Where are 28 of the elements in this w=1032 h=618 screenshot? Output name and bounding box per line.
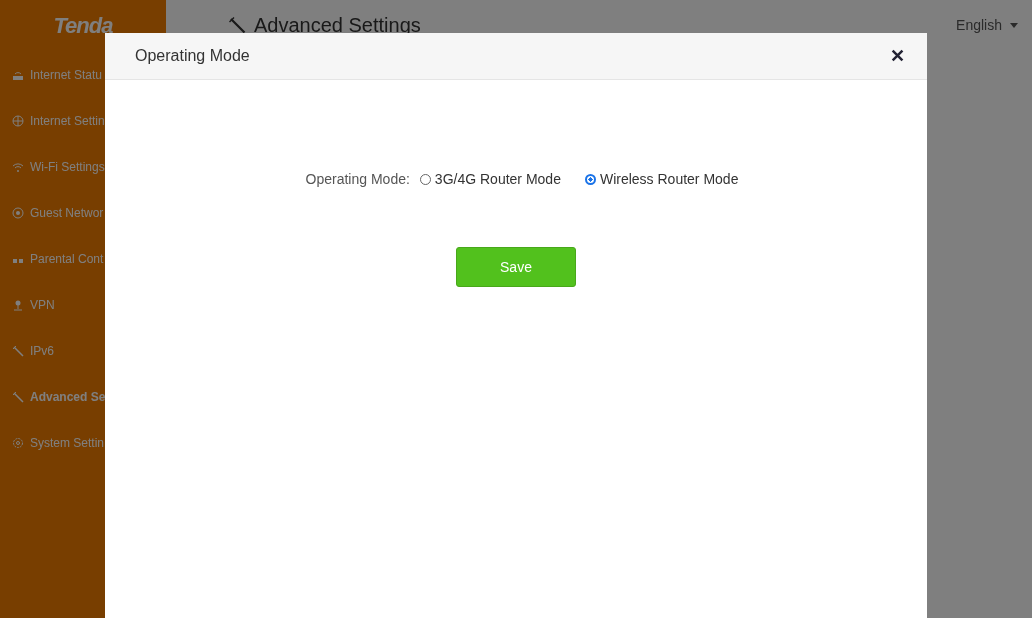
sidebar-item[interactable]: System Settin [0, 420, 166, 466]
hammer-icon [228, 16, 246, 34]
pin-icon [12, 299, 24, 311]
sidebar-item[interactable]: Internet Settin [0, 98, 166, 144]
wrench-icon [12, 345, 24, 357]
language-dropdown[interactable]: English [956, 17, 1018, 33]
radio-option[interactable]: 3G/4G Router Mode [419, 171, 561, 187]
router-icon [12, 69, 24, 81]
logo: Tenda [52, 12, 114, 40]
page-title: Advanced Settings [254, 13, 421, 37]
sidebar-item[interactable]: VPN [0, 282, 166, 328]
field-label: Operating Mode: [305, 171, 410, 187]
sidebar-item[interactable]: Wi-Fi Settings [0, 144, 166, 190]
sidebar-item[interactable]: Advanced Se [0, 374, 166, 420]
settings-icon [12, 437, 24, 449]
caret-icon [1010, 22, 1018, 28]
radio-button[interactable] [584, 173, 596, 185]
close-button[interactable]: ✕ [888, 45, 907, 67]
target-icon [12, 207, 24, 219]
sidebar-item[interactable]: Guest Networ [0, 190, 166, 236]
hammer-icon [12, 391, 24, 403]
globe-icon [12, 115, 24, 127]
sidebar-item[interactable]: IPv6 [0, 328, 166, 374]
radio-option[interactable]: Wireless Router Mode [584, 171, 739, 187]
dialog-title: Operating Mode [135, 47, 250, 65]
wifi-icon [12, 161, 24, 173]
save-button[interactable]: Save [456, 247, 576, 287]
sidebar-item[interactable]: Parental Cont [0, 236, 166, 282]
